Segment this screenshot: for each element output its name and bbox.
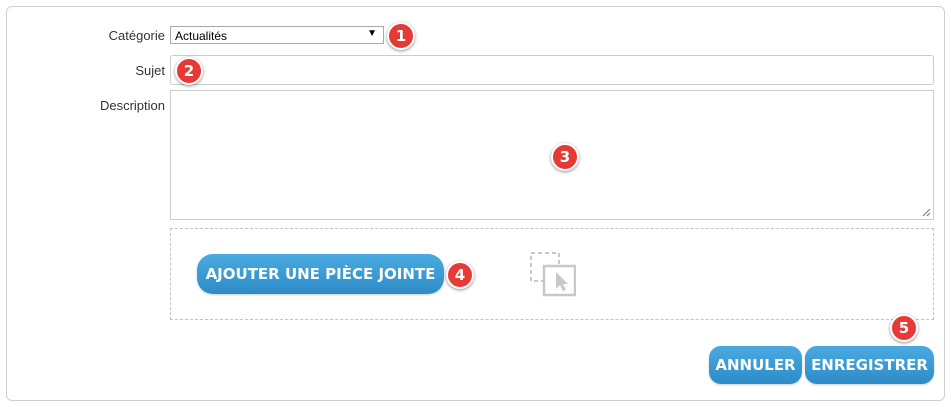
callout-badge-3: 3	[551, 143, 579, 171]
callout-badge-1: 1	[387, 22, 415, 50]
category-select[interactable]: Actualités ▼	[170, 26, 384, 44]
drag-drop-icon	[530, 252, 576, 297]
callout-badge-4: 4	[446, 261, 474, 289]
save-button[interactable]: ENREGISTRER	[805, 346, 934, 384]
subject-input[interactable]	[170, 55, 934, 85]
cancel-button[interactable]: ANNULER	[709, 346, 802, 384]
callout-badge-5: 5	[890, 314, 918, 342]
category-selected-value: Actualités	[175, 29, 228, 43]
subject-label: Sujet	[135, 63, 165, 78]
dropdown-arrow-icon: ▼	[367, 28, 377, 39]
category-label: Catégorie	[108, 28, 165, 43]
callout-badge-2: 2	[175, 57, 203, 85]
resize-grip-icon[interactable]	[922, 208, 931, 217]
add-attachment-button[interactable]: AJOUTER UNE PIÈCE JOINTE	[197, 254, 444, 294]
description-label: Description	[99, 98, 165, 113]
